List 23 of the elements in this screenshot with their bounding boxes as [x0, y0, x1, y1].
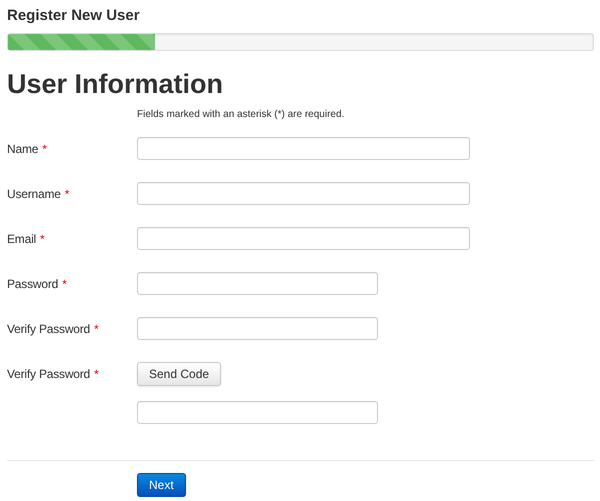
field-label: Username — [7, 187, 61, 201]
input-field[interactable] — [137, 182, 470, 205]
page-title: Register New User — [7, 7, 141, 25]
input-field[interactable] — [137, 227, 470, 250]
field-label: Name — [7, 142, 38, 156]
send-code-button[interactable]: Send Code — [137, 362, 222, 386]
required-mark: * — [94, 322, 99, 336]
input-field[interactable] — [137, 137, 470, 160]
field-label: Email — [7, 232, 36, 246]
input-field[interactable] — [137, 272, 378, 295]
section-heading: User Information — [7, 68, 224, 101]
field-label: Verify Password — [7, 322, 90, 336]
field-label: Verify Password — [7, 367, 90, 381]
required-mark: * — [42, 142, 47, 156]
input-field[interactable] — [137, 401, 378, 424]
required-mark: * — [62, 277, 67, 291]
required-mark: * — [94, 367, 99, 381]
field-label: Password — [7, 277, 58, 291]
input-field[interactable] — [137, 317, 378, 340]
required-mark: * — [64, 187, 70, 201]
required-note: Fields marked with an asterisk (*) are required. — [137, 108, 346, 122]
next-button[interactable]: Next — [137, 473, 186, 497]
required-mark: * — [40, 232, 44, 246]
